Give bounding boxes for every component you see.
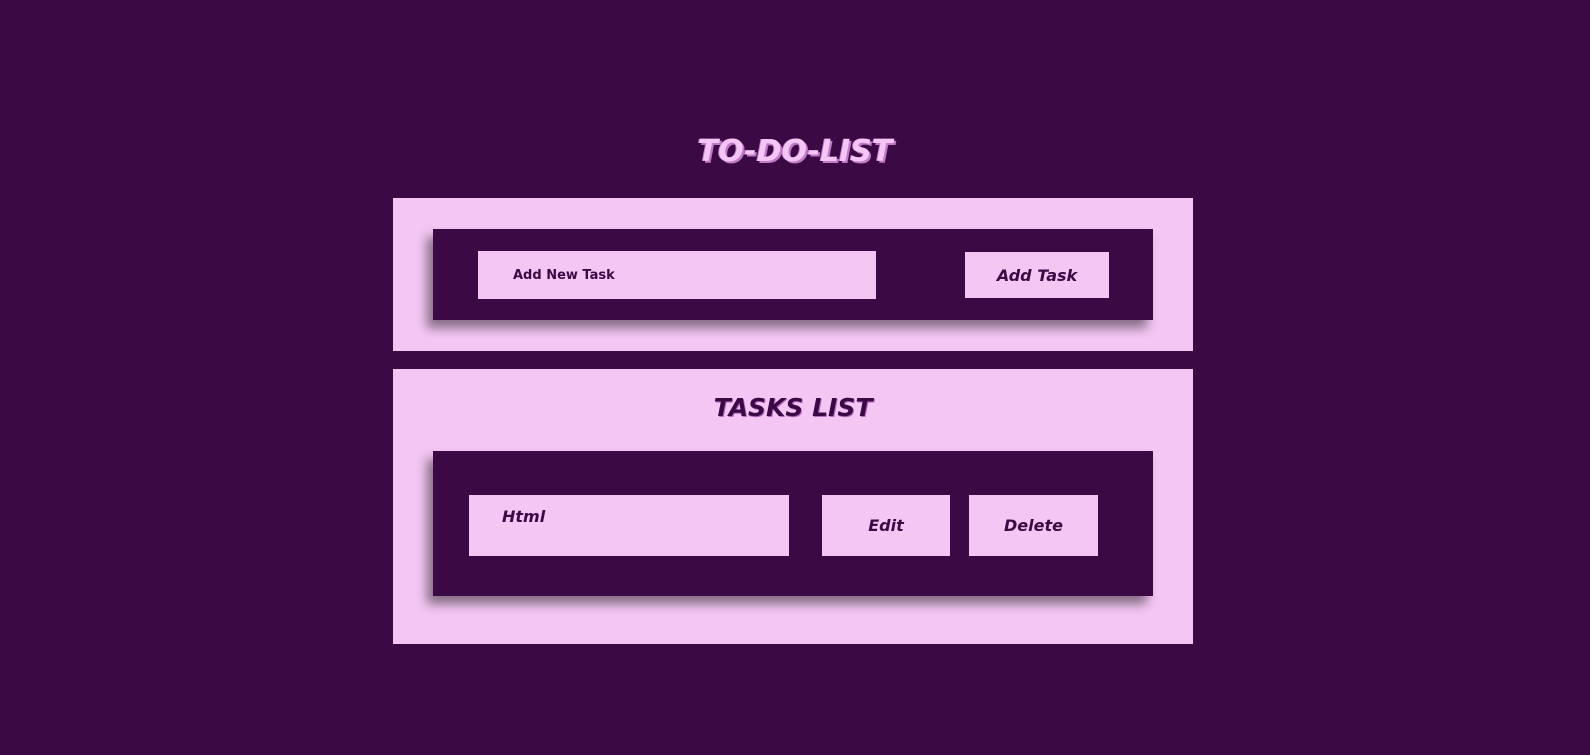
task-item-text: Html [469,495,789,556]
delete-task-button[interactable]: Delete [969,495,1098,556]
tasks-list-heading: TASKS LIST [713,393,873,422]
add-task-form: Add Task [433,229,1153,320]
add-task-button[interactable]: Add Task [965,252,1109,298]
task-row: Html Edit Delete [433,451,1153,596]
page-title: TO-DO-LIST [697,134,893,169]
new-task-input[interactable] [478,251,876,299]
edit-task-button[interactable]: Edit [822,495,950,556]
tasks-list-panel: TASKS LIST Html Edit Delete [393,369,1193,644]
add-task-panel: Add Task [393,198,1193,351]
